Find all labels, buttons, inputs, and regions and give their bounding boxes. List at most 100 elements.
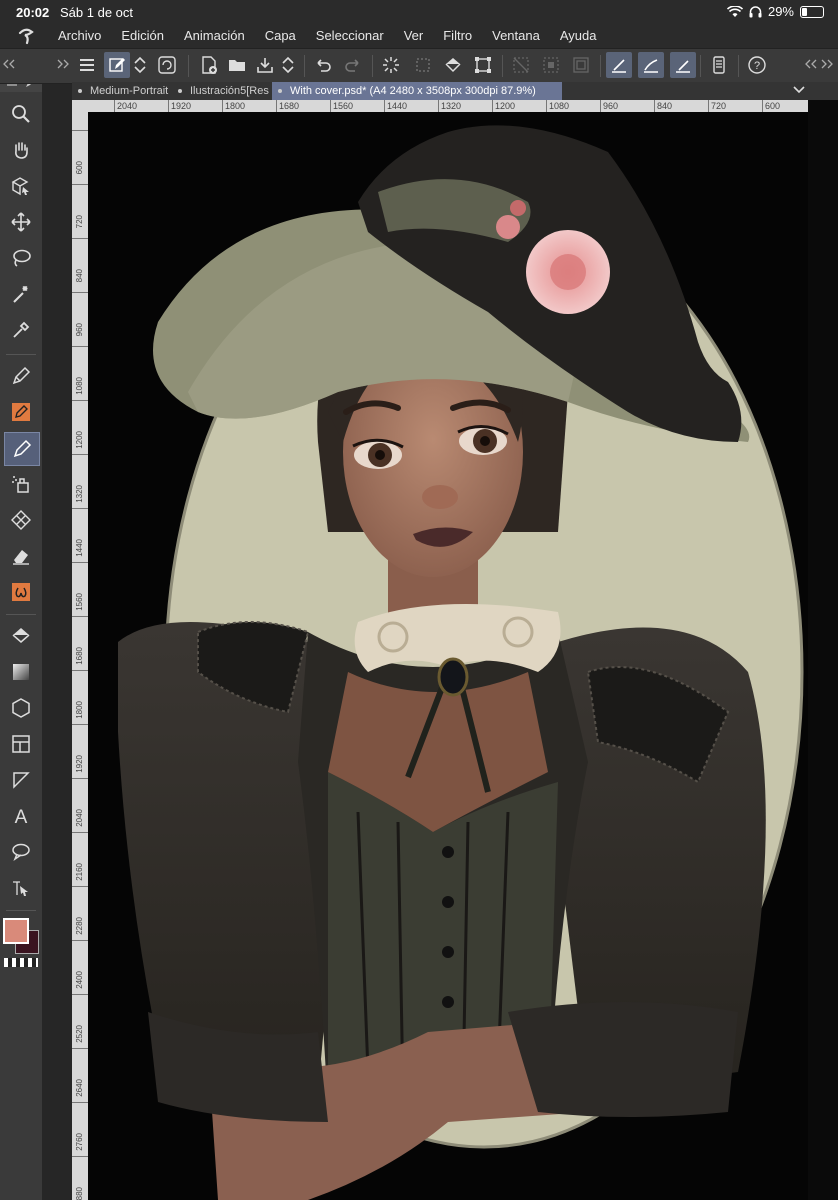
transparent-color-toggle[interactable] — [4, 958, 38, 967]
menu-item-ver[interactable]: Ver — [404, 28, 424, 43]
document-tabs: Medium-Portrait Ilustración5[Res With co… — [72, 82, 838, 100]
stabilize-icon[interactable] — [606, 52, 632, 78]
main-color-swatch[interactable] — [3, 918, 29, 944]
menu-item-ventana[interactable]: Ventana — [492, 28, 540, 43]
save-icon[interactable] — [252, 52, 278, 78]
ruler-tick-label: 2160 — [75, 863, 84, 881]
menu-item-ayuda[interactable]: Ayuda — [560, 28, 597, 43]
redo-icon[interactable] — [340, 52, 366, 78]
tab-with-cover[interactable]: With cover.psd* (A4 2480 x 3508px 300dpi… — [272, 82, 562, 100]
menu-item-edición[interactable]: Edición — [121, 28, 164, 43]
menu-icon[interactable] — [74, 52, 100, 78]
ruler-tick-label: 2880 — [75, 1187, 84, 1200]
gradient-icon[interactable] — [4, 656, 38, 688]
transform-icon[interactable] — [470, 52, 496, 78]
ruler-tick-label: 1440 — [75, 539, 84, 557]
hand-icon[interactable] — [4, 134, 38, 166]
help-icon[interactable]: ? — [744, 52, 770, 78]
frame-icon[interactable] — [4, 728, 38, 760]
tab-dot — [78, 89, 82, 93]
ruler-tick: 2880 — [72, 1156, 88, 1200]
text-icon[interactable]: A — [4, 800, 38, 832]
magic-wand-icon[interactable] — [4, 278, 38, 310]
undo-icon[interactable] — [310, 52, 336, 78]
blend-icon[interactable] — [4, 576, 38, 608]
menu-item-capa[interactable]: Capa — [265, 28, 296, 43]
ruler-tick: 2040 — [72, 778, 88, 833]
ruler-tick: 1680 — [72, 616, 88, 671]
canvas-margin — [808, 100, 838, 1200]
ruler-tick-label: 2520 — [75, 1025, 84, 1043]
collapse-left-icon[interactable] — [804, 59, 818, 69]
ruler-tick: 1560 — [72, 562, 88, 617]
app-logo-icon[interactable] — [16, 26, 36, 46]
fill-icon[interactable] — [4, 620, 38, 652]
move-icon[interactable] — [4, 206, 38, 238]
open-folder-icon[interactable] — [224, 52, 250, 78]
ruler-tick-label: 2640 — [75, 1079, 84, 1097]
menu-bar: Archivo Edición Animación Capa Seleccionar Ve… — [0, 24, 838, 48]
correct-line-icon[interactable] — [4, 872, 38, 904]
balloon-icon[interactable] — [4, 836, 38, 868]
command-bar: ? — [0, 48, 838, 84]
tab-medium-portrait[interactable]: Medium-Portrait — [72, 82, 186, 100]
menu-item-archivo[interactable]: Archivo — [58, 28, 101, 43]
ruler-tick: 2160 — [72, 832, 88, 887]
stroke-correct-icon[interactable] — [638, 52, 664, 78]
status-date: Sáb 1 de oct — [60, 5, 133, 20]
canvas[interactable] — [88, 112, 808, 1200]
object-select-icon[interactable] — [4, 170, 38, 202]
ruler-tick: 960 — [600, 100, 618, 112]
pencil-icon[interactable] — [4, 396, 38, 428]
ruler-tick: 1920 — [72, 724, 88, 779]
companion-icon[interactable] — [154, 52, 180, 78]
clear-icon[interactable] — [410, 52, 436, 78]
eyedropper-icon[interactable] — [4, 314, 38, 346]
tab-label: With cover.psd* (A4 2480 x 3508px 300dpi… — [290, 85, 536, 97]
smartphone-icon[interactable] — [706, 52, 732, 78]
menu-item-filtro[interactable]: Filtro — [443, 28, 472, 43]
menu-item-animación[interactable]: Animación — [184, 28, 245, 43]
new-file-icon[interactable] — [196, 52, 222, 78]
fill-bucket-icon[interactable] — [440, 52, 466, 78]
svg-text:?: ? — [754, 60, 760, 72]
expand-right-icon[interactable] — [820, 59, 834, 69]
invert-selection-icon[interactable] — [538, 52, 564, 78]
loading-icon[interactable] — [378, 52, 404, 78]
ruler-tick-label: 1080 — [75, 377, 84, 395]
ruler-tick: 600 — [72, 130, 88, 185]
ruler-tick-label: 720 — [75, 215, 84, 229]
tab-ilustracion5[interactable]: Ilustración5[Res — [172, 82, 286, 100]
ruler-tick: 2640 — [72, 1048, 88, 1103]
ruler-icon[interactable] — [4, 764, 38, 796]
tool-separator — [6, 354, 36, 355]
expand-right-icon[interactable] — [56, 59, 70, 69]
snap-icon[interactable] — [670, 52, 696, 78]
figure-icon[interactable] — [4, 692, 38, 724]
brush-icon[interactable] — [4, 432, 40, 466]
pen-icon[interactable] — [4, 360, 38, 392]
wifi-icon — [726, 5, 743, 17]
deselect-icon[interactable] — [508, 52, 534, 78]
lasso-icon[interactable] — [4, 242, 38, 274]
menu-item-seleccionar[interactable]: Seleccionar — [316, 28, 384, 43]
ruler-tick: 1920 — [168, 100, 191, 112]
airbrush-icon[interactable] — [4, 468, 38, 500]
chevron-updown-icon[interactable] — [278, 52, 298, 78]
ruler-tick-label: 1200 — [75, 431, 84, 449]
chevron-down-icon[interactable] — [792, 83, 806, 97]
ruler-tick: 600 — [762, 100, 780, 112]
eraser-icon[interactable] — [4, 540, 38, 572]
ruler-tick-label: 960 — [75, 323, 84, 337]
ruler-tick-label: 2040 — [75, 809, 84, 827]
chevron-updown-icon[interactable] — [130, 52, 150, 78]
zoom-icon[interactable] — [4, 98, 38, 130]
ruler-tick: 2400 — [72, 940, 88, 995]
tab-dot — [278, 89, 282, 93]
selection-mask-icon[interactable] — [568, 52, 594, 78]
decoration-icon[interactable] — [4, 504, 38, 536]
collapse-left-icon[interactable] — [2, 59, 16, 69]
ruler-tick: 1800 — [222, 100, 245, 112]
edit-mode-icon[interactable] — [104, 52, 130, 78]
ruler-tick: 1560 — [330, 100, 353, 112]
